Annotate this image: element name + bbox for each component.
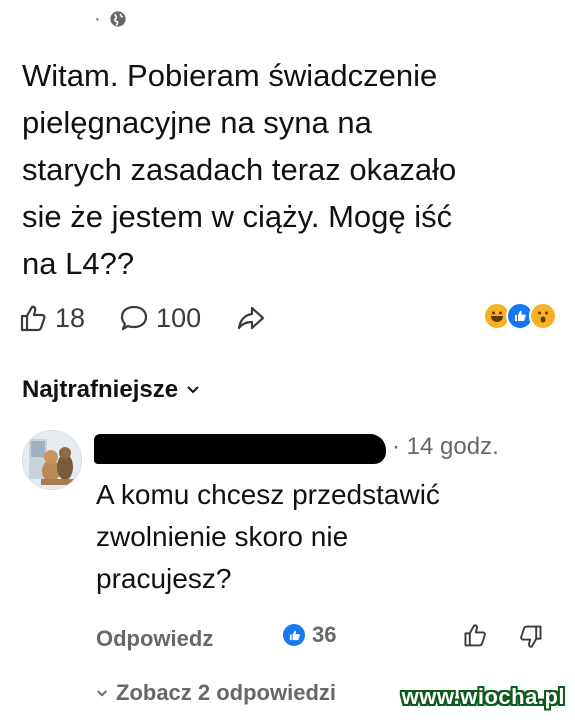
like-count: 18 — [55, 302, 86, 333]
comment-timestamp[interactable]: · 14 godz. — [392, 433, 499, 461]
comment-thumbs-down-icon[interactable] — [518, 624, 544, 650]
comment-thumbs-up-icon[interactable] — [462, 622, 488, 648]
commenter-avatar[interactable] — [22, 430, 82, 490]
avatar-image — [23, 431, 81, 489]
reaction-summary[interactable] — [483, 302, 557, 330]
see-replies-button[interactable]: Zobacz 2 odpowiedzi — [96, 680, 336, 706]
comment-text: A komu chcesz przedstawić zwolnienie sko… — [96, 479, 440, 594]
redacted-author-name-tail — [312, 449, 382, 462]
chevron-down-icon — [97, 689, 107, 697]
sort-label: Najtrafniejsze — [22, 376, 179, 403]
comment-like-summary[interactable]: 36 — [283, 622, 336, 648]
see-replies-label: Zobacz 2 odpowiedzi — [116, 680, 337, 705]
post-text: Witam. Pobieram świadczenie pielęgnacyjn… — [22, 58, 457, 281]
watermark: www.wiocha.pl — [401, 684, 565, 709]
thumbs-up-icon — [20, 305, 46, 332]
globe-icon[interactable] — [109, 10, 127, 28]
share-button[interactable] — [235, 303, 267, 333]
comment-count: 100 — [156, 302, 202, 333]
post-actions: 18 100 — [18, 298, 267, 338]
like-badge-icon — [283, 624, 305, 646]
reply-button[interactable]: Odpowiedz — [96, 626, 213, 652]
comment-like-count: 36 — [312, 622, 337, 647]
like-button[interactable]: 18 — [18, 303, 85, 334]
comment-bubble-icon — [120, 305, 148, 331]
comment-button[interactable]: 100 — [119, 303, 201, 334]
comment-sort-dropdown[interactable]: Najtrafniejsze — [22, 376, 200, 404]
post-meta: · — [94, 8, 127, 30]
wow-reaction-icon — [529, 302, 557, 330]
chevron-down-icon — [187, 386, 199, 394]
share-arrow-icon — [238, 306, 265, 330]
meta-separator: · — [94, 8, 101, 30]
